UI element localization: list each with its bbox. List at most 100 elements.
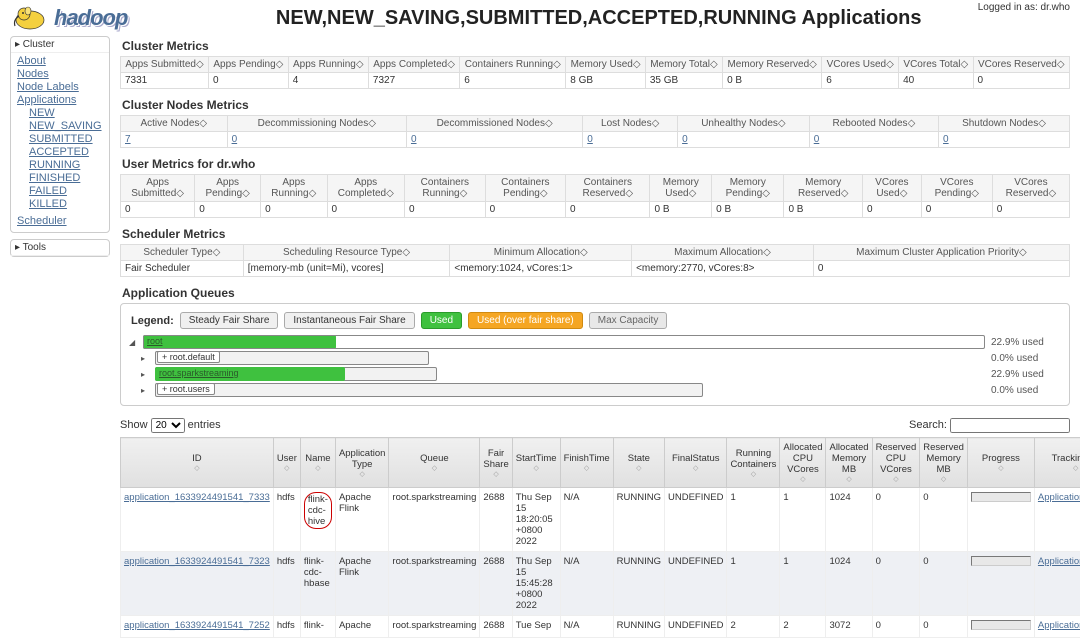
metric-cell: 0 [195,202,261,218]
app-column-header[interactable]: Tracking UI◇ [1034,438,1080,488]
column-header[interactable]: Maximum Allocation◇ [632,245,814,261]
column-header[interactable]: Apps Running◇ [288,57,368,73]
column-header[interactable]: VCores Pending◇ [921,175,992,202]
column-header[interactable]: VCores Reserved◇ [992,175,1069,202]
column-header[interactable]: Maximum Cluster Application Priority◇ [813,245,1069,261]
app-finish: N/A [560,488,613,552]
metric-cell: 0 [405,202,486,218]
tracking-link[interactable]: ApplicationMaster [1038,492,1080,503]
column-header[interactable]: Decommissioning Nodes◇ [227,116,406,132]
column-header[interactable]: Containers Running◇ [405,175,486,202]
column-header[interactable]: Scheduler Type◇ [121,245,244,261]
app-column-header[interactable]: Allocated Memory MB◇ [826,438,872,488]
column-header[interactable]: Containers Pending◇ [485,175,565,202]
app-column-header[interactable]: Progress◇ [967,438,1034,488]
column-header[interactable]: VCores Total◇ [899,57,973,73]
queue-sparkstreaming[interactable]: root.sparkstreaming [159,368,239,378]
column-header[interactable]: Containers Running◇ [460,57,566,73]
app-column-header[interactable]: Reserved Memory MB◇ [920,438,968,488]
queue-toggle-users[interactable]: ▸ [141,386,149,395]
sidebar-about[interactable]: About [17,55,46,67]
app-id-link[interactable]: application_1633924491541_7252 [124,620,270,631]
metric-cell: 0 [678,132,810,148]
tracking-link[interactable]: ApplicationMaster [1038,556,1080,567]
table-row: application_1633924491541_7252hdfsflink-… [121,616,1080,638]
sidebar-nodes[interactable]: Nodes [17,68,49,80]
column-header[interactable]: VCores Reserved◇ [973,57,1070,73]
column-header[interactable]: Apps Completed◇ [327,175,405,202]
app-column-header[interactable]: State◇ [613,438,664,488]
column-header[interactable]: Apps Running◇ [261,175,327,202]
column-header[interactable]: Memory Total◇ [645,57,722,73]
queue-toggle-default[interactable]: ▸ [141,354,149,363]
queue-users[interactable]: + root.users [157,383,215,395]
column-header[interactable]: Apps Completed◇ [368,57,459,73]
column-header[interactable]: Memory Pending◇ [712,175,784,202]
column-header[interactable]: Shutdown Nodes◇ [939,116,1070,132]
app-id-link[interactable]: application_1633924491541_7333 [124,492,270,503]
sidebar-scheduler[interactable]: Scheduler [17,215,67,227]
user-metrics-table: Apps Submitted◇Apps Pending◇Apps Running… [120,174,1070,218]
column-header[interactable]: Apps Submitted◇ [121,57,209,73]
app-cpu: 2 [780,616,826,638]
app-column-header[interactable]: Fair Share◇ [480,438,512,488]
column-header[interactable]: Memory Reserved◇ [723,57,822,73]
queue-root[interactable]: root [147,336,163,346]
column-header[interactable]: Scheduling Resource Type◇ [243,245,450,261]
column-header[interactable]: Active Nodes◇ [121,116,228,132]
queue-toggle-root[interactable]: ◢ [129,338,137,347]
page-size-select[interactable]: 20 [151,418,185,433]
column-header[interactable]: Rebooted Nodes◇ [809,116,938,132]
app-column-header[interactable]: Reserved CPU VCores◇ [872,438,920,488]
app-column-header[interactable]: FinishTime◇ [560,438,613,488]
sidebar-killed[interactable]: KILLED [29,198,67,210]
sidebar-new[interactable]: NEW [29,107,55,119]
sidebar-finished[interactable]: FINISHED [29,172,80,184]
sidebar-accepted[interactable]: ACCEPTED [29,146,89,158]
app-column-header[interactable]: ID◇ [121,438,274,488]
column-header[interactable]: Decommissioned Nodes◇ [406,116,582,132]
column-header[interactable]: Memory Used◇ [650,175,712,202]
progress-bar [971,620,1031,630]
sidebar-node-labels[interactable]: Node Labels [17,81,79,93]
app-column-header[interactable]: Allocated CPU VCores◇ [780,438,826,488]
sidebar-new-saving[interactable]: NEW_SAVING [29,120,102,132]
app-column-header[interactable]: User◇ [273,438,300,488]
app-column-header[interactable]: Name◇ [300,438,335,488]
column-header[interactable]: Apps Pending◇ [195,175,261,202]
queue-default[interactable]: + root.default [157,351,220,363]
sidebar-cluster-header[interactable]: ▸ Cluster [11,37,109,53]
column-header[interactable]: VCores Used◇ [862,175,921,202]
app-column-header[interactable]: StartTime◇ [512,438,560,488]
sidebar-tools-header[interactable]: ▸ Tools [11,240,109,256]
queue-toggle-spark[interactable]: ▸ [141,370,149,379]
sidebar-running[interactable]: RUNNING [29,159,80,171]
app-column-header[interactable]: FinalStatus◇ [665,438,727,488]
app-column-header[interactable]: Application Type◇ [335,438,388,488]
app-id-link[interactable]: application_1633924491541_7323 [124,556,270,567]
app-mem: 1024 [826,552,872,616]
column-header[interactable]: Memory Used◇ [566,57,646,73]
column-header[interactable]: Minimum Allocation◇ [450,245,632,261]
sidebar-failed[interactable]: FAILED [29,185,67,197]
app-column-header[interactable]: Running Containers◇ [727,438,780,488]
column-header[interactable]: Unhealthy Nodes◇ [678,116,810,132]
column-header[interactable]: Lost Nodes◇ [583,116,678,132]
column-header[interactable]: Containers Reserved◇ [566,175,650,202]
tracking-link[interactable]: ApplicationMaster [1038,620,1080,631]
app-column-header[interactable]: Queue◇ [389,438,480,488]
column-header[interactable]: VCores Used◇ [822,57,899,73]
column-header[interactable]: Apps Submitted◇ [121,175,195,202]
page-title: NEW,NEW_SAVING,SUBMITTED,ACCEPTED,RUNNIN… [127,7,1070,30]
column-header[interactable]: Memory Reserved◇ [784,175,862,202]
queue-users-used: 0.0% used [991,385,1061,396]
app-finish: N/A [560,616,613,638]
search-input[interactable] [950,418,1070,433]
metric-cell: 0 [209,73,289,89]
sidebar-submitted[interactable]: SUBMITTED [29,133,93,145]
sidebar-applications[interactable]: Applications [17,94,76,106]
metric-cell: 40 [899,73,973,89]
app-state: RUNNING [613,488,664,552]
column-header[interactable]: Apps Pending◇ [209,57,289,73]
app-running-containers: 1 [727,552,780,616]
